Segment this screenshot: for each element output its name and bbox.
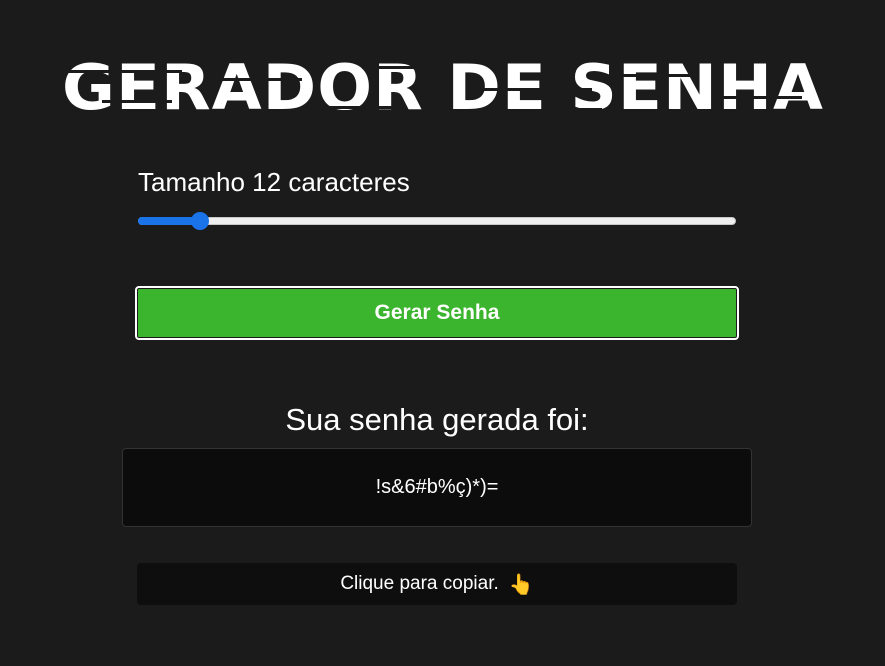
copy-label: Clique para copiar. (340, 573, 499, 594)
length-slider[interactable] (138, 212, 736, 230)
pointing-hand-icon: 👆 (508, 572, 534, 596)
title-container: GERADOR DE SENHA (62, 48, 824, 128)
password-generator-page: GERADOR DE SENHA Tamanho 12 caracteres G… (0, 0, 885, 666)
page-title: GERADOR DE SENHA (62, 51, 824, 124)
generated-password-box: !s&6#b%ç)*)= (122, 448, 752, 527)
slider-track[interactable] (138, 217, 736, 225)
copy-password-button[interactable]: Clique para copiar. 👆 (137, 563, 737, 605)
generated-password-text: !s&6#b%ç)*)= (375, 476, 499, 498)
generate-password-button[interactable]: Gerar Senha (135, 286, 739, 340)
result-heading: Sua senha gerada foi: (285, 402, 589, 437)
length-label: Tamanho 12 caracteres (138, 167, 410, 197)
slider-thumb[interactable] (191, 212, 209, 230)
